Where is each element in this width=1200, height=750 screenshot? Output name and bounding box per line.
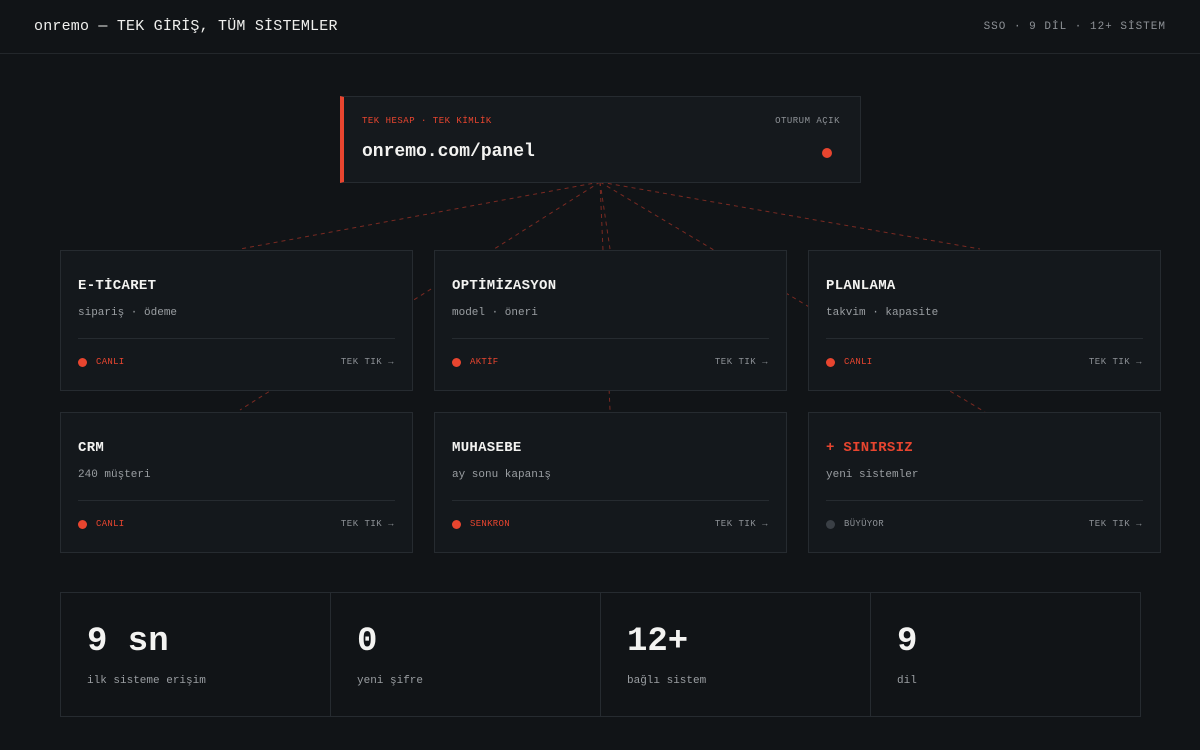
connector-line [599, 181, 611, 250]
card-subtitle: sipariş · ödeme [78, 307, 178, 319]
card-title: PLANLAMA [826, 278, 896, 294]
card-subtitle: 240 müşteri [78, 469, 151, 481]
status-dot-icon [452, 357, 461, 367]
one-click-link[interactable]: TEK TIK → [341, 519, 394, 529]
card-subtitle: yeni sistemler [826, 469, 919, 481]
connector-line [599, 181, 981, 250]
stat-label: ilk sisteme erişim [87, 675, 206, 687]
status-label: SENKRON [470, 519, 510, 529]
card-title: CRM [78, 440, 105, 456]
sso-panel[interactable]: TEK HESAP · TEK KİMLİK OTURUM AÇIK onrem… [340, 96, 861, 183]
stat-label: dil [897, 675, 917, 687]
stat-value: 0 [357, 623, 378, 661]
card-title: OPTİMİZASYON [452, 278, 557, 294]
card-subtitle: ay sonu kapanış [452, 469, 552, 481]
session-status: OTURUM AÇIK [775, 116, 840, 126]
system-card-crm[interactable]: CRM 240 müşteri CANLI TEK TIK → [60, 412, 413, 553]
status-dot-icon [826, 519, 835, 529]
status-label: CANLI [844, 357, 873, 367]
card-status: SENKRON [452, 519, 510, 529]
card-divider [78, 500, 395, 501]
stat-value: 9 sn [87, 623, 169, 661]
system-card-sinirsiz[interactable]: + SINIRSIZ yeni sistemler BÜYÜYOR TEK TI… [808, 412, 1161, 553]
one-click-link[interactable]: TEK TIK → [715, 357, 768, 367]
card-divider [826, 338, 1143, 339]
panel-tag: TEK HESAP · TEK KİMLİK [362, 116, 492, 126]
connector-line [239, 181, 601, 250]
system-card-eticaret[interactable]: E-TİCARET sipariş · ödeme CANLI TEK TIK … [60, 250, 413, 391]
header-meta: SSO · 9 DİL · 12+ SİSTEM [983, 20, 1166, 33]
stat-value: 9 [897, 623, 918, 661]
stat-value: 12+ [627, 623, 689, 661]
card-divider [826, 500, 1143, 501]
panel-url[interactable]: onremo.com/panel [362, 142, 535, 162]
status-dot-icon [826, 357, 835, 367]
card-status: CANLI [826, 357, 873, 367]
one-click-link[interactable]: TEK TIK → [1089, 519, 1142, 529]
one-click-link[interactable]: TEK TIK → [341, 357, 394, 367]
card-divider [452, 338, 769, 339]
stat-new-password: 0 yeni şifre [331, 593, 601, 716]
stat-access-time: 9 sn ilk sisteme erişim [61, 593, 331, 716]
card-title: MUHASEBE [452, 440, 522, 456]
status-label: CANLI [96, 519, 125, 529]
top-bar: onremo — TEK GİRİŞ, TÜM SİSTEMLER SSO · … [0, 0, 1200, 54]
one-click-link[interactable]: TEK TIK → [1089, 357, 1142, 367]
card-divider [452, 500, 769, 501]
stat-label: bağlı sistem [627, 675, 707, 687]
status-dot-icon [78, 519, 87, 529]
stat-languages: 9 dil [871, 593, 1140, 716]
stat-label: yeni şifre [357, 675, 424, 687]
card-subtitle: model · öneri [452, 307, 538, 319]
system-card-planlama[interactable]: PLANLAMA takvim · kapasite CANLI TEK TIK… [808, 250, 1161, 391]
status-label: BÜYÜYOR [844, 519, 884, 529]
system-card-muhasebe[interactable]: MUHASEBE ay sonu kapanış SENKRON TEK TIK… [434, 412, 787, 553]
status-dot-icon [452, 519, 461, 529]
one-click-link[interactable]: TEK TIK → [715, 519, 768, 529]
card-subtitle: takvim · kapasite [826, 307, 939, 319]
card-divider [78, 338, 395, 339]
card-status: CANLI [78, 357, 125, 367]
status-label: CANLI [96, 357, 125, 367]
card-title: E-TİCARET [78, 278, 157, 294]
system-card-optimizasyon[interactable]: OPTİMİZASYON model · öneri AKTİF TEK TIK… [434, 250, 787, 391]
status-label: AKTİF [470, 357, 499, 367]
card-status: CANLI [78, 519, 125, 529]
brand-title[interactable]: onremo — TEK GİRİŞ, TÜM SİSTEMLER [34, 18, 338, 35]
card-status: BÜYÜYOR [826, 519, 884, 529]
status-dot-icon [822, 148, 832, 158]
card-title: + SINIRSIZ [826, 440, 914, 456]
status-dot-icon [78, 357, 87, 367]
stat-connected-systems: 12+ bağlı sistem [601, 593, 871, 716]
stats-strip: 9 sn ilk sisteme erişim 0 yeni şifre 12+… [60, 592, 1141, 717]
card-status: AKTİF [452, 357, 499, 367]
